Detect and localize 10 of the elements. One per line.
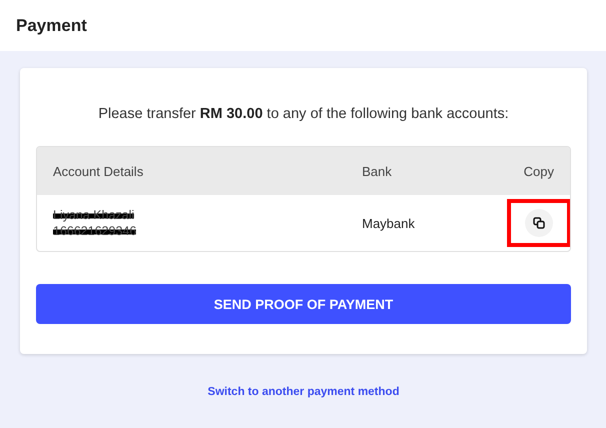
column-header: Bank [361,164,393,178]
column-header: Account Details [52,164,144,178]
column-header: Copy [522,164,555,178]
bank-name: Maybank [362,216,415,230]
transfer-instruction: Please transfer RM 30.00 to any of the following bank accounts: [97,106,510,122]
send-proof-button[interactable]: SEND PROOF OF PAYMENT [36,284,571,324]
copy-icon [533,217,545,229]
copy-button[interactable] [525,209,553,237]
page-title: Payment [16,16,87,36]
switch-method-link[interactable]: Switch to another payment method [208,386,400,398]
